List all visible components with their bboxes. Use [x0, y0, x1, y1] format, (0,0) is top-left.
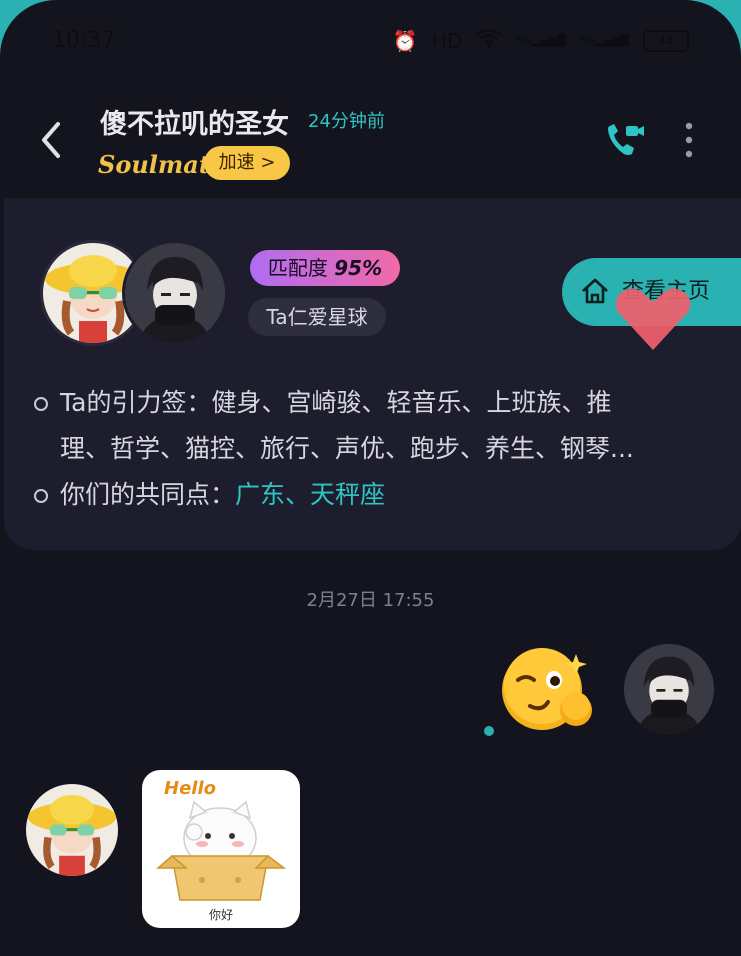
sticker-caption: 你好 — [208, 908, 233, 922]
signal-icon-2: 5G▂▄▆█ — [579, 33, 629, 47]
match-badge: 匹配度 95% — [250, 250, 400, 286]
status-icons: ⏰ HD 5G▂▄▆█ 5G▂▄▆█ 44 — [393, 28, 689, 53]
gravity-tags-line-1: Ta的引力签：健身、宫崎骏、轻音乐、上班族、推 — [60, 388, 612, 417]
alarm-icon: ⏰ — [392, 28, 418, 53]
signal-icon-1: 5G▂▄▆█ — [516, 33, 566, 47]
heart-icon — [615, 288, 691, 350]
speed-up-button[interactable]: 加速 > — [204, 146, 290, 180]
network-label: 5G — [516, 33, 532, 47]
wifi-icon — [476, 28, 503, 53]
gravity-tags-line-2: 理、哲学、猫控、旅行、声优、跑步、养生、钢琴... — [60, 434, 634, 463]
video-call-button[interactable] — [604, 120, 646, 160]
home-icon — [582, 278, 608, 304]
last-seen: 24分钟前 — [308, 111, 385, 132]
cat-in-box-icon — [155, 800, 287, 901]
bullet-ring-icon — [34, 489, 48, 503]
common-points: 你们的共同点：广东、天秤座 — [34, 472, 724, 518]
match-label: 匹配度 — [267, 256, 328, 280]
more-button[interactable] — [684, 122, 694, 158]
avatar-illustration-boy — [125, 243, 225, 343]
status-time: 10:37 — [52, 28, 116, 53]
bullet-ring-icon — [34, 397, 48, 411]
hd-icon: HD — [431, 28, 463, 53]
chat-header: 傻不拉叽的圣女 24分钟前 Soulmate 加速 > — [0, 84, 741, 194]
chevron-left-icon — [42, 122, 60, 158]
cat-hello-sticker[interactable]: Hello 你好 — [142, 770, 300, 928]
avatar-illustration-girl — [27, 795, 117, 876]
message-date: 2月27日 17:55 — [306, 590, 435, 611]
network-label: 5G — [579, 33, 596, 47]
her-chat-avatar[interactable] — [26, 784, 118, 876]
common-value: 广东、天秤座 — [235, 480, 386, 509]
battery-icon: 44 — [643, 29, 689, 52]
read-status-dot — [484, 726, 494, 736]
my-chat-avatar[interactable] — [624, 644, 714, 734]
chat-screen: 10:37 ⏰ HD 5G▂▄▆█ 5G▂▄▆█ 44 傻不拉叽的圣女 24分钟… — [0, 0, 741, 956]
status-bar: 10:37 ⏰ HD 5G▂▄▆█ 5G▂▄▆█ 44 — [0, 0, 741, 80]
contact-name[interactable]: 傻不拉叽的圣女 — [100, 102, 289, 141]
my-avatar[interactable] — [122, 240, 228, 346]
common-label: 你们的共同点： — [60, 480, 236, 509]
video-call-icon — [608, 124, 644, 155]
match-value: 95% — [334, 256, 383, 280]
back-button[interactable] — [36, 120, 68, 160]
avatar-illustration-boy — [624, 644, 714, 734]
wink-emoji-icon[interactable] — [498, 640, 602, 736]
planet-badge[interactable]: Ta仁爱星球 — [248, 298, 386, 336]
gravity-tags: Ta的引力签：健身、宫崎骏、轻音乐、上班族、推 理、哲学、猫控、旅行、声优、跑步… — [34, 380, 724, 472]
more-vertical-icon — [685, 122, 693, 158]
tags-section: Ta的引力签：健身、宫崎骏、轻音乐、上班族、推 理、哲学、猫控、旅行、声优、跑步… — [34, 380, 724, 518]
